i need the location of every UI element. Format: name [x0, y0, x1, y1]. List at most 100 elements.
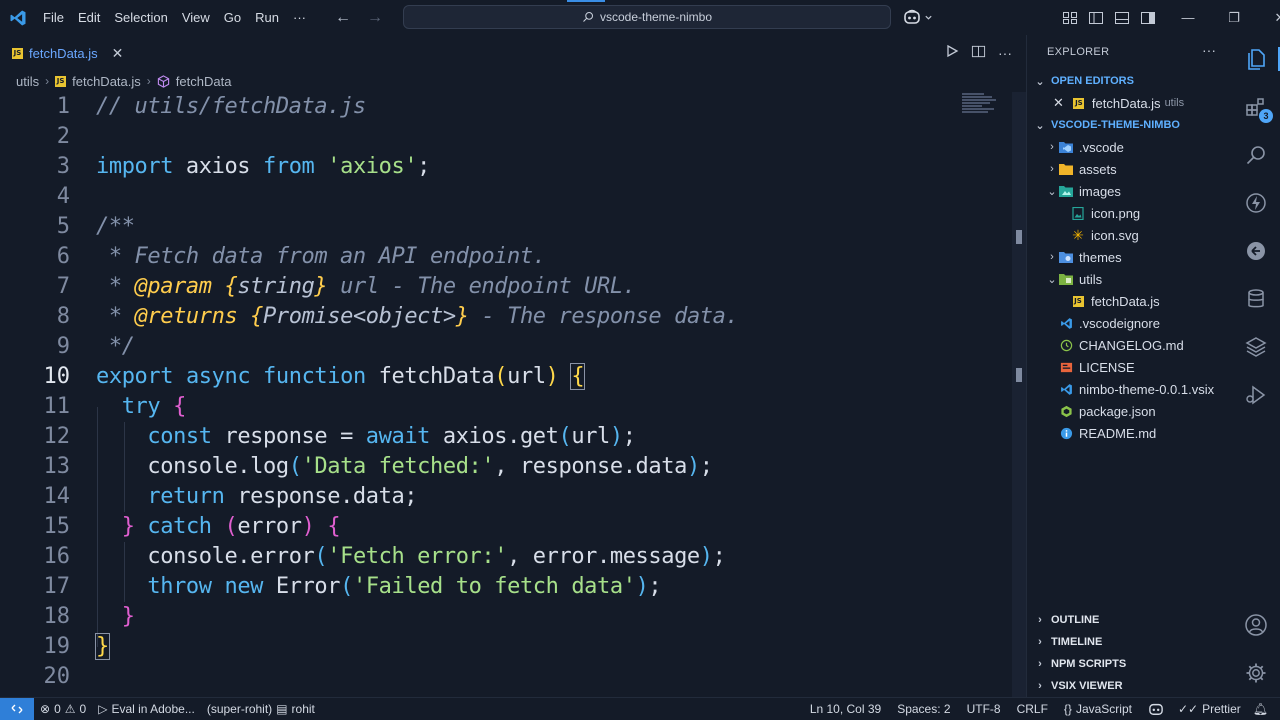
- open-editor-item[interactable]: ✕ JS fetchData.js utils: [1027, 92, 1233, 114]
- tree-item-vsix[interactable]: nimbo-theme-0.0.1.vsix: [1027, 378, 1233, 400]
- eol-status[interactable]: CRLF: [1007, 702, 1054, 716]
- forward-arrow-icon[interactable]: →: [367, 0, 383, 35]
- tree-item-utils[interactable]: ⌄ utils: [1027, 268, 1233, 290]
- menu-file[interactable]: File: [36, 0, 71, 35]
- code-line: * @returns {Promise<object>} - The respo…: [96, 304, 739, 329]
- files-icon: [1248, 49, 1265, 70]
- copilot-status[interactable]: [1138, 702, 1170, 716]
- menu-go[interactable]: Go: [217, 0, 248, 35]
- restore-icon[interactable]: ❐: [1211, 10, 1257, 26]
- tab-fetchdata[interactable]: JS fetchData.js ✕: [0, 35, 128, 70]
- menu-bar: File Edit Selection View Go Run ···: [36, 0, 313, 35]
- menu-edit[interactable]: Edit: [71, 0, 107, 35]
- tree-item-vscodeignore[interactable]: .vscodeignore: [1027, 312, 1233, 334]
- indentation-status[interactable]: Spaces: 2: [887, 702, 956, 716]
- toggle-primary-sidebar-icon[interactable]: [1088, 10, 1104, 26]
- menu-run[interactable]: Run: [248, 0, 286, 35]
- encoding-label: UTF-8: [966, 702, 1001, 716]
- outline-section[interactable]: › OUTLINE: [1027, 609, 1233, 631]
- menu-view[interactable]: View: [175, 0, 217, 35]
- tree-item-changelog[interactable]: CHANGELOG.md: [1027, 334, 1233, 356]
- vsix-viewer-section[interactable]: › VSIX VIEWER: [1027, 675, 1233, 697]
- code-line: const response = await axios.get(url);: [147, 424, 636, 449]
- section-title: VSIX VIEWER: [1051, 680, 1123, 692]
- tree-item-vscode[interactable]: › .vscode: [1027, 136, 1233, 158]
- tree-item-images[interactable]: ⌄ images: [1027, 180, 1233, 202]
- breadcrumb-symbol[interactable]: fetchData: [176, 74, 232, 89]
- code-editor[interactable]: 1 2 3 4 5 6 7 8 9 10 11 12 13 14 15 16 1…: [0, 92, 1026, 697]
- encoding-status[interactable]: UTF-8: [957, 702, 1007, 716]
- close-icon[interactable]: ✕: [112, 45, 124, 62]
- project-section[interactable]: ⌄ VSCODE-THEME-NIMBO: [1027, 114, 1233, 136]
- tree-item-fetchdata[interactable]: JS fetchData.js: [1027, 290, 1233, 312]
- vertical-scrollbar[interactable]: [1012, 92, 1026, 697]
- tree-item-label: nimbo-theme-0.0.1.vsix: [1079, 381, 1215, 397]
- tree-item-assets[interactable]: › assets: [1027, 158, 1233, 180]
- minimize-icon[interactable]: —: [1165, 10, 1211, 25]
- extensions-activity[interactable]: 3: [1232, 83, 1280, 131]
- cursor-position[interactable]: Ln 10, Col 39: [804, 702, 887, 716]
- menu-selection[interactable]: Selection: [107, 0, 174, 35]
- more-actions-icon[interactable]: ···: [1202, 42, 1216, 58]
- breadcrumb-folder[interactable]: utils: [16, 74, 39, 89]
- close-window-icon[interactable]: ✕: [1257, 10, 1280, 26]
- chevron-down-icon: [925, 15, 932, 20]
- menu-more[interactable]: ···: [286, 0, 313, 35]
- profile-status[interactable]: (super-rohit) ▤ rohit: [201, 702, 321, 716]
- problems-status[interactable]: ⊗ 0 ⚠ 0: [34, 702, 92, 716]
- tree-item-license[interactable]: LICENSE: [1027, 356, 1233, 378]
- bell-icon: 🔔︎: [1252, 702, 1268, 716]
- more-actions-icon[interactable]: ···: [998, 45, 1012, 61]
- minimap[interactable]: [962, 92, 1012, 122]
- back-arrow-icon[interactable]: ←: [335, 0, 351, 35]
- command-center-search[interactable]: vscode-theme-nimbo: [403, 5, 891, 29]
- line-number: 11: [43, 394, 71, 419]
- tree-item-icon-svg[interactable]: ✳ icon.svg: [1027, 224, 1233, 246]
- search-activity[interactable]: [1232, 131, 1280, 179]
- chevron-down-icon: ⌄: [1035, 75, 1045, 88]
- run-debug-activity[interactable]: [1232, 371, 1280, 419]
- toggle-panel-icon[interactable]: [1114, 10, 1130, 26]
- line-number: 13: [43, 454, 71, 479]
- run-status[interactable]: ▷ Eval in Adobe...: [92, 702, 201, 716]
- chevron-right-icon: ›: [146, 74, 151, 88]
- language-status[interactable]: {} JavaScript: [1054, 702, 1138, 716]
- error-count: 0: [54, 702, 61, 716]
- copilot-menu[interactable]: [903, 9, 933, 25]
- notifications-status[interactable]: 🔔︎: [1247, 702, 1280, 716]
- chevron-right-icon: ›: [1038, 680, 1042, 692]
- breadcrumb-file[interactable]: fetchData.js: [72, 74, 141, 89]
- remote-activity[interactable]: [1232, 227, 1280, 275]
- remote-indicator[interactable]: [0, 698, 34, 720]
- tree-item-label: .vscode: [1079, 139, 1124, 155]
- split-editor-icon[interactable]: [971, 44, 986, 62]
- timeline-section[interactable]: › TIMELINE: [1027, 631, 1233, 653]
- customize-layout-icon[interactable]: [1062, 10, 1078, 26]
- tree-item-label: LICENSE: [1079, 359, 1135, 375]
- close-icon[interactable]: ✕: [1053, 95, 1064, 111]
- prettier-status[interactable]: ✓✓ Prettier: [1170, 702, 1247, 716]
- run-icon[interactable]: [945, 44, 959, 61]
- explorer-activity[interactable]: [1232, 35, 1280, 83]
- lightning-activity[interactable]: [1232, 179, 1280, 227]
- line-number: 8: [56, 304, 70, 329]
- vscode-logo-icon[interactable]: [0, 0, 35, 35]
- chevron-right-icon: ›: [1038, 658, 1042, 670]
- chevron-down-icon: ⌄: [1047, 273, 1057, 286]
- line-number: 18: [43, 604, 71, 629]
- layers-activity[interactable]: [1232, 323, 1280, 371]
- tree-item-themes[interactable]: › themes: [1027, 246, 1233, 268]
- editor-tab-bar: JS fetchData.js ✕ ···: [0, 35, 1026, 70]
- code-line: // utils/fetchData.js: [96, 94, 366, 119]
- tree-item-readme[interactable]: README.md: [1027, 422, 1233, 444]
- database-activity[interactable]: [1232, 275, 1280, 323]
- toggle-secondary-sidebar-icon[interactable]: [1140, 10, 1156, 26]
- section-title: OUTLINE: [1051, 614, 1100, 626]
- npm-scripts-section[interactable]: › NPM SCRIPTS: [1027, 653, 1233, 675]
- settings-activity[interactable]: [1232, 649, 1280, 697]
- tree-item-icon-png[interactable]: icon.png: [1027, 202, 1233, 224]
- open-editors-section[interactable]: ⌄ OPEN EDITORS: [1027, 70, 1233, 92]
- tree-item-package-json[interactable]: package.json: [1027, 400, 1233, 422]
- accounts-activity[interactable]: [1232, 601, 1280, 649]
